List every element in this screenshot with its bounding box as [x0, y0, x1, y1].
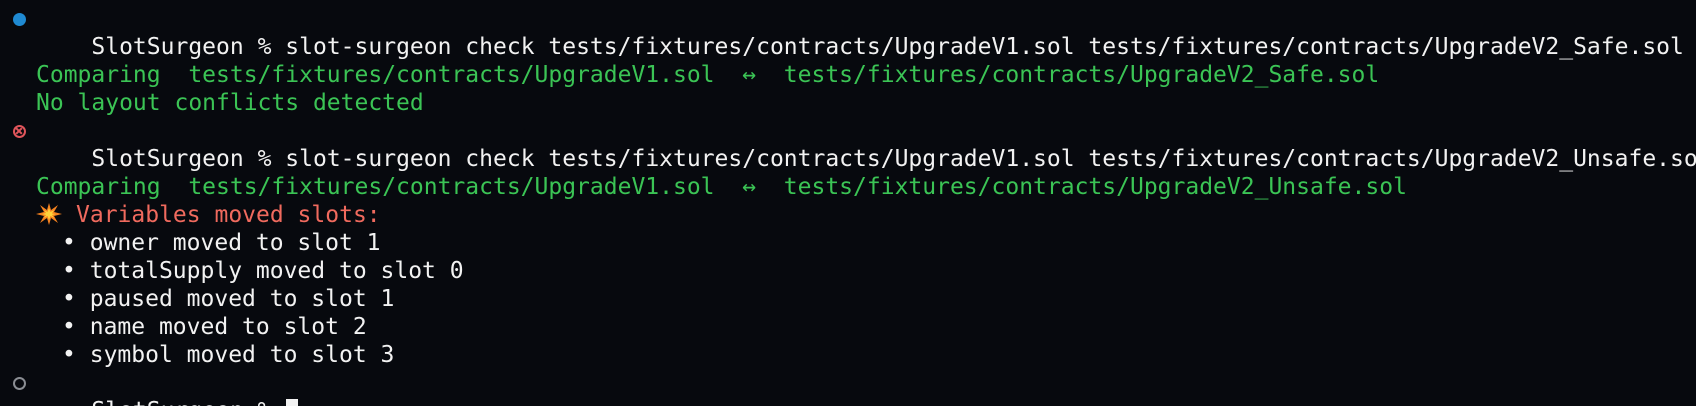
list-item: • symbol moved to slot 3 [0, 341, 1696, 369]
from-file-path: tests/fixtures/contracts/UpgradeV1.sol [188, 174, 715, 200]
list-item: • totalSupply moved to slot 0 [0, 257, 1696, 285]
move-entry: owner moved to slot 1 [89, 230, 381, 256]
to-file-path: tests/fixtures/contracts/UpgradeV2_Unsaf… [783, 174, 1407, 200]
move-entry: symbol moved to slot 3 [89, 342, 395, 368]
compare-arrow-icon: ↔ [742, 174, 757, 200]
move-entry: totalSupply moved to slot 0 [89, 258, 464, 284]
move-entry: paused moved to slot 1 [89, 286, 395, 312]
current-prompt-line[interactable]: SlotSurgeon % [0, 369, 1696, 406]
bullet-icon: • [62, 342, 76, 368]
comparing-label: Comparing [36, 62, 161, 88]
bullet-icon: • [62, 258, 76, 284]
prompt-host: SlotSurgeon [91, 398, 243, 406]
bullet-icon: • [62, 230, 76, 256]
prompt-symbol: % [258, 398, 272, 406]
to-file-path: tests/fixtures/contracts/UpgradeV2_Safe.… [783, 62, 1380, 88]
list-item: • name moved to slot 2 [0, 313, 1696, 341]
list-item: • paused moved to slot 1 [0, 285, 1696, 313]
from-file-path: tests/fixtures/contracts/UpgradeV1.sol [188, 62, 715, 88]
warning-title: Variables moved slots: [76, 202, 381, 228]
result-message: No layout conflicts detected [0, 89, 1696, 117]
command-line-1: SlotSurgeon % slot-surgeon check tests/f… [0, 5, 1696, 60]
move-entry: name moved to slot 2 [89, 314, 367, 340]
list-item: • owner moved to slot 1 [0, 229, 1696, 257]
collision-icon [36, 203, 62, 225]
idle-status-icon [10, 369, 28, 397]
text-cursor[interactable] [286, 399, 299, 406]
command-line-2: SlotSurgeon % slot-surgeon check tests/f… [0, 117, 1696, 172]
comparing-label: Comparing [36, 174, 161, 200]
comparing-line-1: Comparing tests/fixtures/contracts/Upgra… [0, 61, 1696, 89]
bullet-icon: • [62, 286, 76, 312]
success-status-icon[interactable] [10, 5, 28, 33]
compare-arrow-icon: ↔ [742, 62, 757, 88]
error-status-icon[interactable] [10, 117, 28, 145]
bullet-icon: • [62, 314, 76, 340]
comparing-line-2: Comparing tests/fixtures/contracts/Upgra… [0, 173, 1696, 201]
no-conflicts-text: No layout conflicts detected [36, 90, 424, 116]
terminal-window[interactable]: SlotSurgeon % slot-surgeon check tests/f… [0, 0, 1696, 406]
warning-heading: Variables moved slots: [0, 201, 1696, 229]
